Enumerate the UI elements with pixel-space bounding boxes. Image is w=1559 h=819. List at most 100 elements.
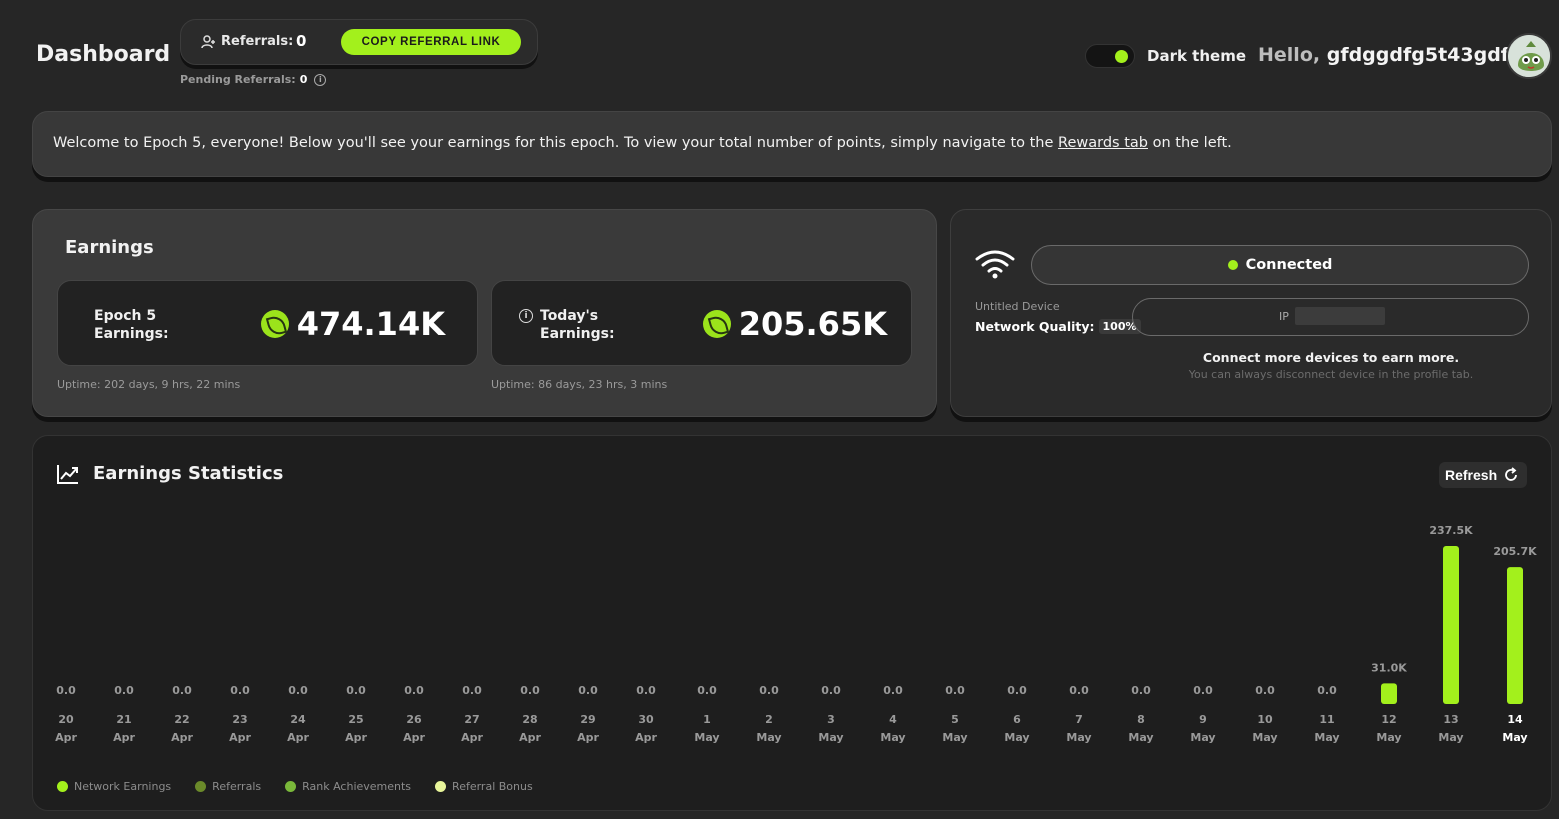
- x-tick-month: Apr: [345, 731, 367, 744]
- bar-value-label: 0.0: [1317, 684, 1337, 697]
- ip-redacted: [1295, 307, 1385, 325]
- x-tick-month: May: [1004, 731, 1029, 744]
- bar-value-label: 0.0: [56, 684, 76, 697]
- x-tick-month: Apr: [229, 731, 251, 744]
- avatar[interactable]: [1506, 33, 1552, 79]
- today-earnings-box: i Today's Earnings: 205.65K: [491, 280, 912, 366]
- x-tick-day: 28: [522, 713, 537, 726]
- legend-dot: [195, 781, 207, 792]
- greeting: Hello, gfdggdfg5t43gdf!: [1258, 44, 1518, 66]
- x-tick-month: May: [1128, 731, 1153, 744]
- bar-value-label: 0.0: [114, 684, 134, 697]
- legend-label: Network Earnings: [74, 780, 172, 793]
- x-tick-day: 24: [290, 713, 306, 726]
- referrals-label: Referrals:: [221, 34, 294, 49]
- bar-value-label: 0.0: [1255, 684, 1275, 697]
- username: gfdggdfg5t43gdf!: [1326, 44, 1518, 66]
- bar-value-label: 0.0: [1007, 684, 1027, 697]
- x-tick-day: 3: [827, 713, 835, 726]
- bar-value-label: 0.0: [697, 684, 717, 697]
- legend-item[interactable]: Rank Achievements: [285, 780, 411, 793]
- today-value-text: 205.65K: [738, 305, 887, 343]
- leaf-icon: [702, 310, 731, 338]
- x-tick-day: 11: [1319, 713, 1334, 726]
- x-tick-month: May: [1376, 731, 1401, 744]
- x-tick-day: 1: [703, 713, 711, 726]
- epoch-label-line2: Earnings:: [94, 326, 169, 342]
- avatar-icon: [1508, 35, 1550, 77]
- network-quality-label: Network Quality:: [975, 319, 1095, 334]
- legend-item[interactable]: Network Earnings: [57, 780, 171, 793]
- disconnect-hint: You can always disconnect device in the …: [1188, 368, 1474, 381]
- legend-item[interactable]: Referral Bonus: [435, 780, 533, 793]
- x-tick-month: May: [1438, 731, 1463, 744]
- chart-bar[interactable]: [1507, 567, 1523, 704]
- x-tick-month: Apr: [635, 731, 657, 744]
- info-icon[interactable]: i: [314, 73, 327, 86]
- welcome-text-start: Welcome to Epoch 5, everyone! Below you'…: [53, 135, 1059, 151]
- earnings-statistics-card: Earnings Statistics Refresh 0.0 20 Apr 0.0 2…: [32, 435, 1552, 811]
- dark-theme-toggle[interactable]: [1085, 44, 1135, 68]
- x-tick-month: Apr: [519, 731, 541, 744]
- ip-label: IP: [1279, 310, 1289, 323]
- x-tick-day: 26: [406, 713, 422, 726]
- ip-field: IP: [1132, 298, 1529, 336]
- x-tick-month: May: [880, 731, 905, 744]
- referrals-count: 0: [296, 32, 307, 50]
- chart-bar[interactable]: [1381, 683, 1397, 704]
- legend-label: Rank Achievements: [302, 780, 412, 793]
- pending-count: 0: [299, 73, 308, 86]
- welcome-text: Welcome to Epoch 5, everyone! Below you'…: [53, 135, 1232, 151]
- x-tick-day: 5: [951, 713, 959, 726]
- welcome-banner: Welcome to Epoch 5, everyone! Below you'…: [32, 111, 1552, 177]
- bar-value-label: 0.0: [945, 684, 965, 697]
- today-earnings-value: 205.65K: [702, 305, 887, 343]
- theme-label: Dark theme: [1147, 47, 1246, 65]
- x-tick-day: 27: [464, 713, 479, 726]
- x-tick-month: May: [756, 731, 781, 744]
- bar-value-label: 31.0K: [1371, 661, 1407, 674]
- connect-more-text: Connect more devices to earn more.: [1202, 350, 1460, 365]
- today-label-line1: Today's: [540, 308, 599, 324]
- x-tick-day: 12: [1381, 713, 1396, 726]
- copy-referral-link-button[interactable]: COPY REFERRAL LINK: [341, 29, 521, 55]
- bar-value-label: 0.0: [821, 684, 841, 697]
- x-tick-month: May: [1314, 731, 1339, 744]
- x-tick-day: 7: [1075, 713, 1083, 726]
- x-tick-month: May: [942, 731, 967, 744]
- x-tick-day: 8: [1137, 713, 1145, 726]
- bar-value-label: 237.5K: [1429, 524, 1473, 537]
- x-tick-month: May: [1190, 731, 1215, 744]
- device-card: Connected Untitled Device Network Qualit…: [950, 209, 1552, 417]
- x-tick-day: 25: [348, 713, 363, 726]
- x-tick-day: 21: [116, 713, 131, 726]
- x-tick-month: May: [1252, 731, 1277, 744]
- rewards-tab-link[interactable]: Rewards tab: [1058, 135, 1148, 151]
- wifi-icon: [975, 250, 1015, 279]
- x-tick-day: 22: [174, 713, 189, 726]
- x-tick-day: 10: [1257, 713, 1273, 726]
- bar-value-label: 0.0: [883, 684, 903, 697]
- pending-label: Pending Referrals:: [180, 73, 296, 86]
- chart-legend: Network Earnings Referrals Rank Achievemen…: [57, 780, 533, 793]
- chart-bar[interactable]: [1443, 546, 1459, 704]
- x-tick-day: 4: [889, 713, 897, 726]
- x-tick-month: May: [818, 731, 843, 744]
- legend-dot: [285, 781, 297, 792]
- device-name: Untitled Device: [975, 300, 1060, 313]
- earnings-bar-chart: 0.020Apr0.021Apr0.022Apr0.023Apr0.024Apr…: [55, 524, 1537, 744]
- x-tick-month: May: [1066, 731, 1091, 744]
- info-icon[interactable]: i: [519, 309, 533, 323]
- bar-value-label: 0.0: [404, 684, 424, 697]
- bar-value-label: 0.0: [172, 684, 192, 697]
- x-tick-day: 14: [1507, 713, 1523, 726]
- x-tick-month: May: [694, 731, 719, 744]
- x-tick-day: 9: [1199, 713, 1207, 726]
- bar-value-label: 0.0: [1131, 684, 1151, 697]
- today-earnings-label: Today's Earnings:: [540, 307, 615, 343]
- legend-label: Referral Bonus: [452, 780, 533, 793]
- epoch-uptime: Uptime: 202 days, 9 hrs, 22 mins: [57, 378, 241, 391]
- legend-item[interactable]: Referrals: [195, 780, 261, 793]
- toggle-knob: [1115, 50, 1128, 63]
- x-tick-day: 2: [765, 713, 773, 726]
